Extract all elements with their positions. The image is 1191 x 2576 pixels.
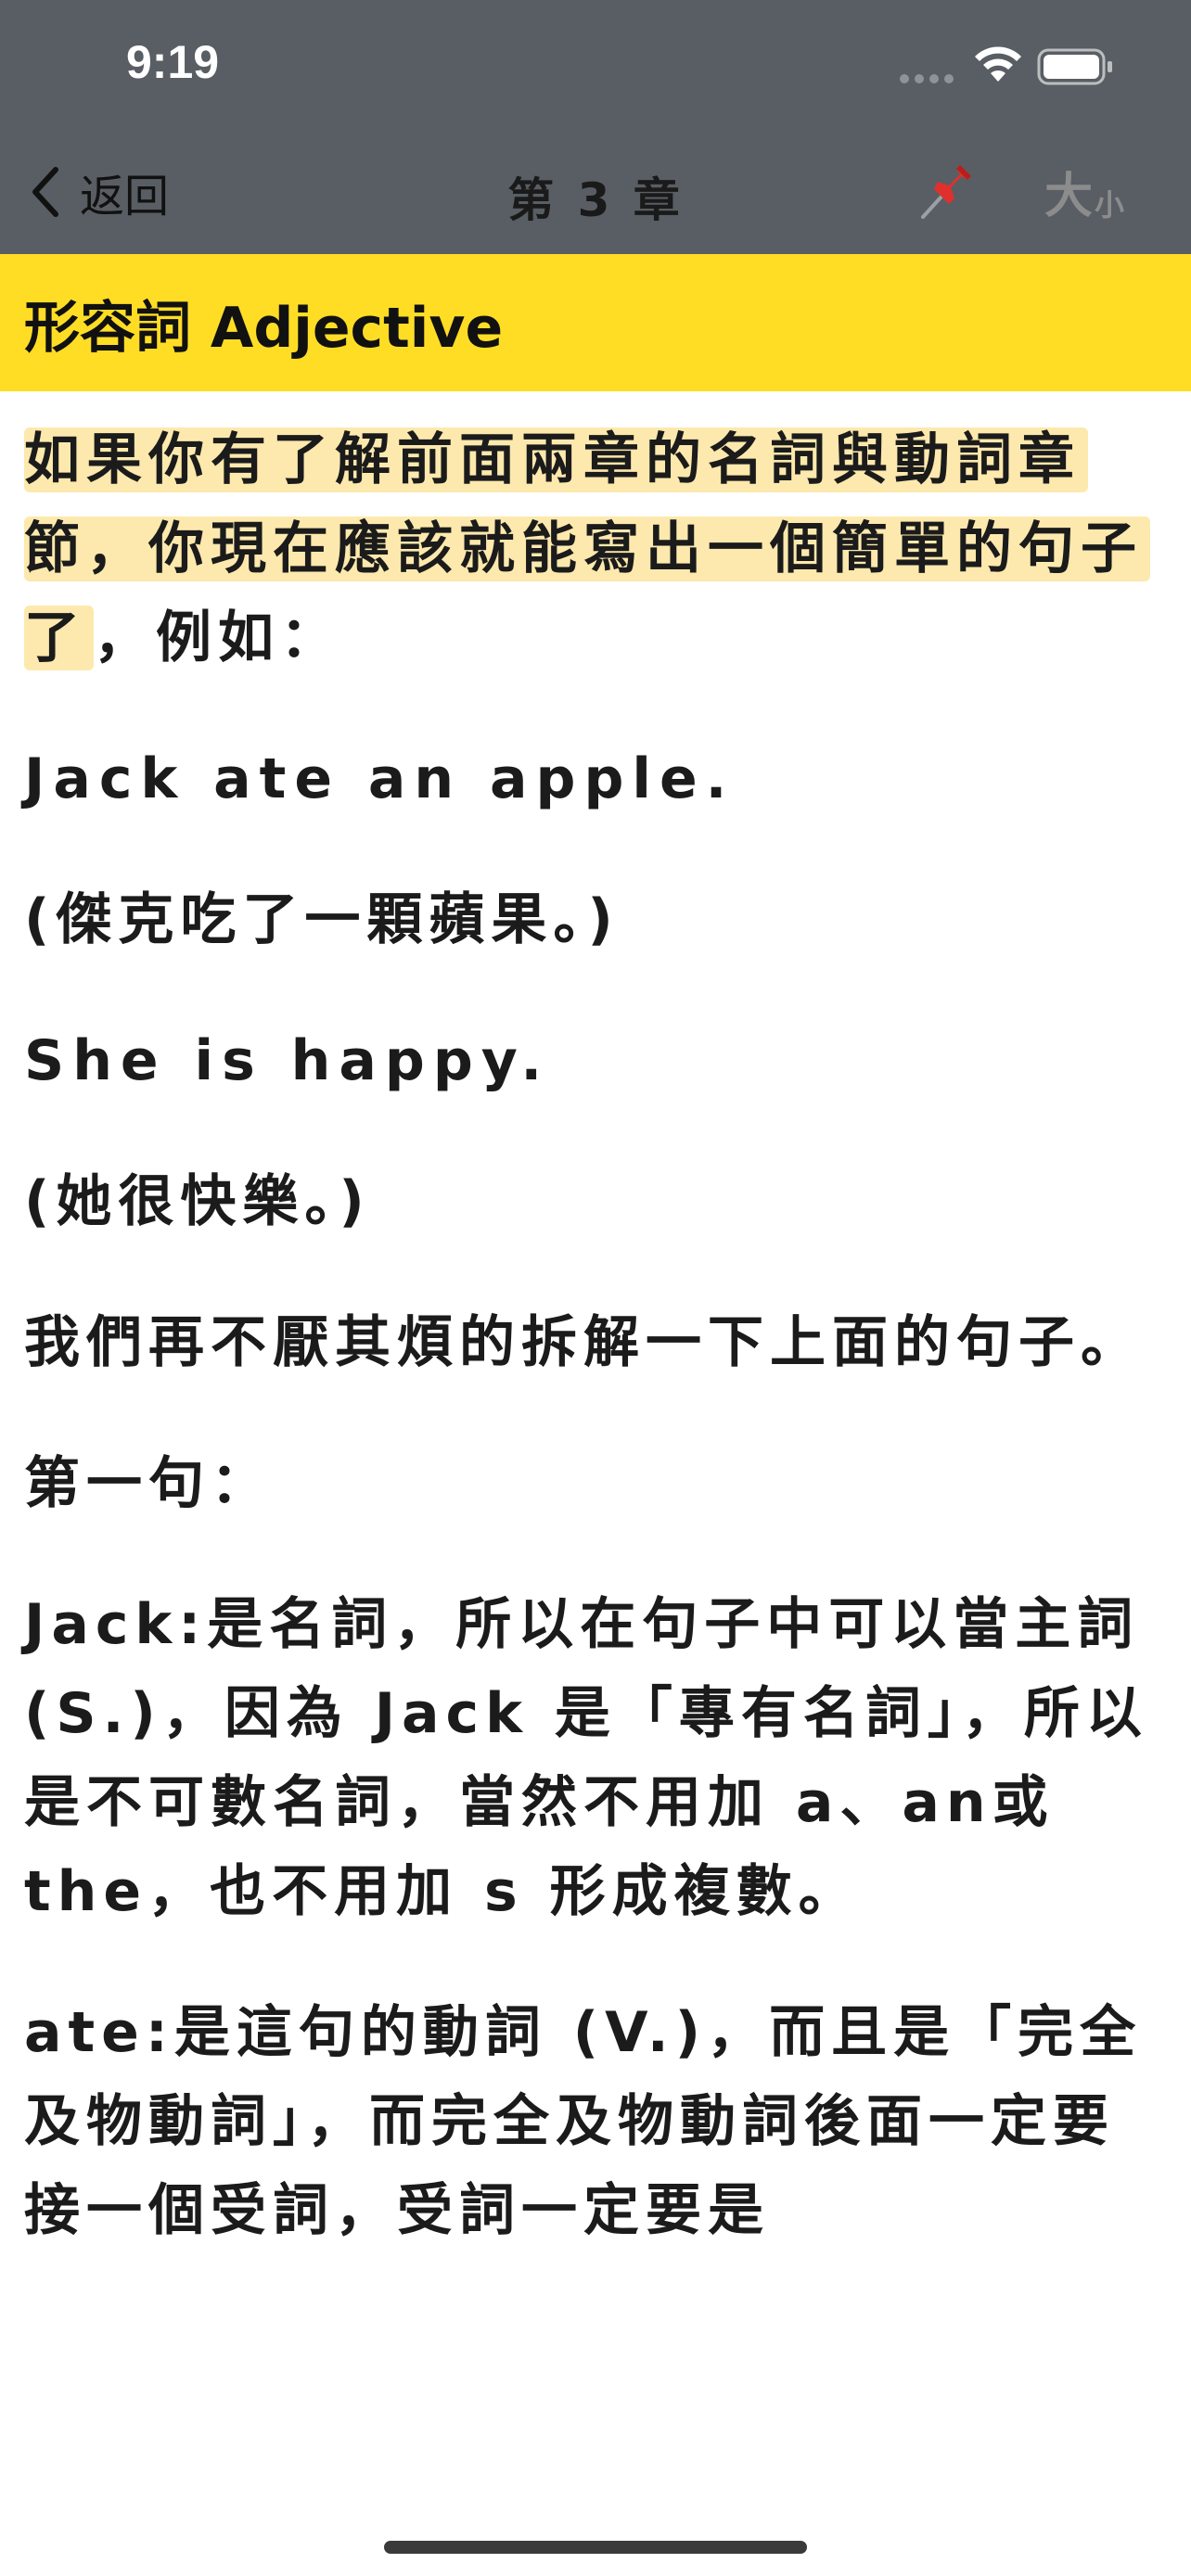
intro-paragraph: 如果你有了解前面兩章的名詞與動詞章節，你現在應該就能寫出一個簡單的句子了 ，例如： [24, 415, 1167, 682]
wifi-icon [975, 46, 1021, 82]
chapter-header: 形容詞 Adjective [0, 254, 1191, 391]
example2-english: She is happy. [24, 1028, 551, 1093]
first-sentence-label: 第一句： [24, 1451, 273, 1516]
battery-icon [1037, 48, 1112, 85]
analyze-paragraph: 我們再不厭其煩的拆解一下上面的句子。 [24, 1310, 1143, 1375]
intro-rest-text: ，例如： [94, 606, 342, 670]
jack-explanation: Jack:是名詞，所以在句子中可以當主詞 (S.)，因為 Jack 是「專有名詞… [24, 1592, 1148, 1924]
chapter-heading: 形容詞 Adjective [24, 295, 504, 361]
status-time: 9:19 [126, 36, 220, 88]
font-size-button[interactable]: 大 小 [1044, 161, 1124, 226]
example1-chinese: (傑克吃了一顆蘋果。) [24, 887, 620, 952]
home-indicator[interactable] [384, 2541, 807, 2554]
page-title: 第 3 章 [507, 173, 684, 227]
example2-chinese: (她很快樂。) [24, 1169, 371, 1234]
font-size-big-label: 大 [1044, 169, 1094, 224]
chapter-content: 如果你有了解前面兩章的名詞與動詞章節，你現在應該就能寫出一個簡單的句子了 ，例如：… [24, 415, 1167, 2307]
reader-screen: 9:19 返回 第 3 章 大 小 形容詞 Adjective 如果你有了解前面… [0, 0, 1191, 2576]
pin-icon[interactable] [914, 159, 979, 224]
cellular-signal-icon [900, 74, 955, 83]
example1-english: Jack ate an apple. [24, 746, 736, 811]
font-size-small-label: 小 [1095, 187, 1125, 223]
top-bar: 9:19 返回 第 3 章 大 小 [0, 0, 1191, 254]
ate-explanation: ate:是這句的動詞 (V.)，而且是「完全及物動詞」，而完全及物動詞後面一定要… [24, 2000, 1143, 2243]
